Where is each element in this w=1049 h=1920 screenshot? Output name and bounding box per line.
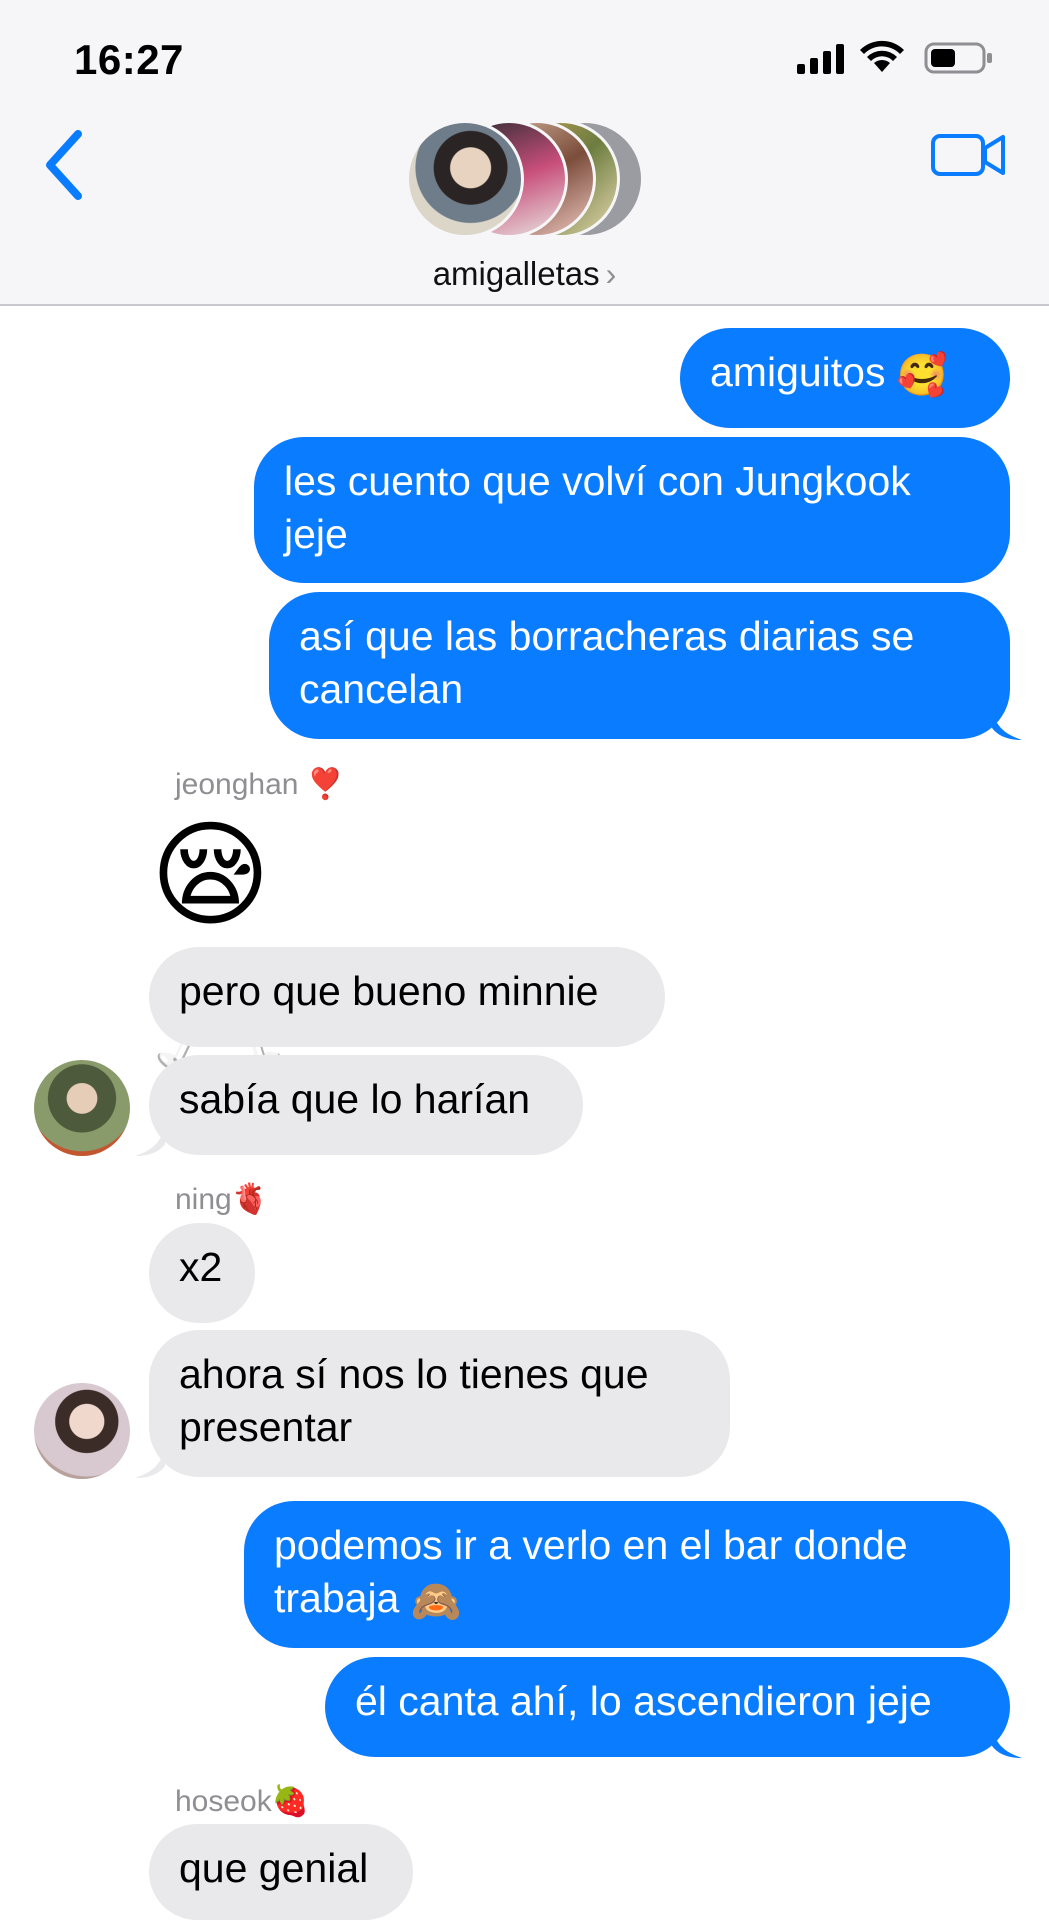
message-bubble-incoming[interactable]: que genial: [149, 1824, 413, 1920]
message-bubble-outgoing[interactable]: podemos ir a verlo en el bar donde traba…: [244, 1501, 1010, 1648]
heart-exclamation-emoji: ❣️: [306, 768, 345, 801]
sender-name: jeonghan ❣️: [175, 767, 344, 802]
avatar: [406, 120, 524, 238]
signal-icon: [797, 44, 844, 74]
message-text: x2: [179, 1244, 223, 1290]
group-name[interactable]: amigalletas ›: [0, 255, 1049, 293]
sender-name: hoseok🍓: [175, 1784, 309, 1819]
sender-name-text: jeonghan: [175, 768, 299, 801]
message-bubble-incoming[interactable]: sabía que lo harían: [149, 1055, 583, 1155]
chevron-right-icon: ›: [605, 256, 617, 292]
bubble-tail-icon: [992, 1728, 1022, 1758]
bubble-tail-icon: [135, 1126, 165, 1156]
anatomical-heart-emoji: 🫀: [231, 1183, 270, 1216]
strawberry-emoji: 🍓: [271, 1785, 310, 1818]
bubble-tail-icon: [135, 1448, 165, 1478]
message-bubble-incoming[interactable]: ahora sí nos lo tienes que presentar: [149, 1330, 730, 1477]
avatar[interactable]: [34, 1060, 130, 1156]
avatar[interactable]: [34, 1383, 130, 1479]
message-bubble-outgoing[interactable]: así que las borracheras diarias se cance…: [269, 592, 1010, 739]
video-call-icon[interactable]: [930, 130, 1006, 180]
message-text: amiguitos: [710, 349, 886, 395]
message-text: sabía que lo harían: [179, 1076, 531, 1122]
big-emoji-message[interactable]: 😪🥂: [150, 805, 410, 1080]
message-bubble-outgoing[interactable]: les cuento que volví con Jungkook jeje: [254, 437, 1010, 583]
battery-icon: [924, 42, 992, 74]
group-avatar-stack[interactable]: [406, 120, 646, 242]
smiling-hearts-emoji: 🥰: [896, 351, 948, 398]
wifi-icon: [860, 40, 904, 72]
message-text: así que las borracheras diarias se cance…: [299, 613, 915, 712]
message-text: él canta ahí, lo ascendieron jeje: [355, 1678, 932, 1724]
status-time: 16:27: [74, 36, 184, 83]
see-no-evil-monkey-emoji: 🙈: [410, 1577, 462, 1624]
sender-name-text: hoseok: [175, 1785, 272, 1818]
message-bubble-outgoing[interactable]: amiguitos 🥰: [680, 328, 1010, 428]
back-chevron-icon[interactable]: [40, 128, 88, 202]
sender-name-text: ning: [175, 1183, 232, 1216]
sender-name: ning🫀: [175, 1182, 269, 1217]
message-bubble-outgoing[interactable]: él canta ahí, lo ascendieron jeje: [325, 1657, 1010, 1757]
bubble-tail-icon: [992, 710, 1022, 740]
message-bubble-incoming[interactable]: pero que bueno minnie: [149, 947, 665, 1047]
message-text: que genial: [179, 1845, 369, 1891]
message-text: les cuento que volví con Jungkook jeje: [284, 458, 911, 557]
message-bubble-incoming[interactable]: x2: [149, 1223, 255, 1323]
chat-header: 16:27 amigalletas ›: [0, 0, 1049, 306]
message-text: ahora sí nos lo tienes que presentar: [179, 1351, 649, 1450]
group-name-label: amigalletas: [432, 255, 600, 292]
message-text: podemos ir a verlo en el bar donde traba…: [274, 1522, 908, 1621]
message-text: pero que bueno minnie: [179, 968, 599, 1014]
